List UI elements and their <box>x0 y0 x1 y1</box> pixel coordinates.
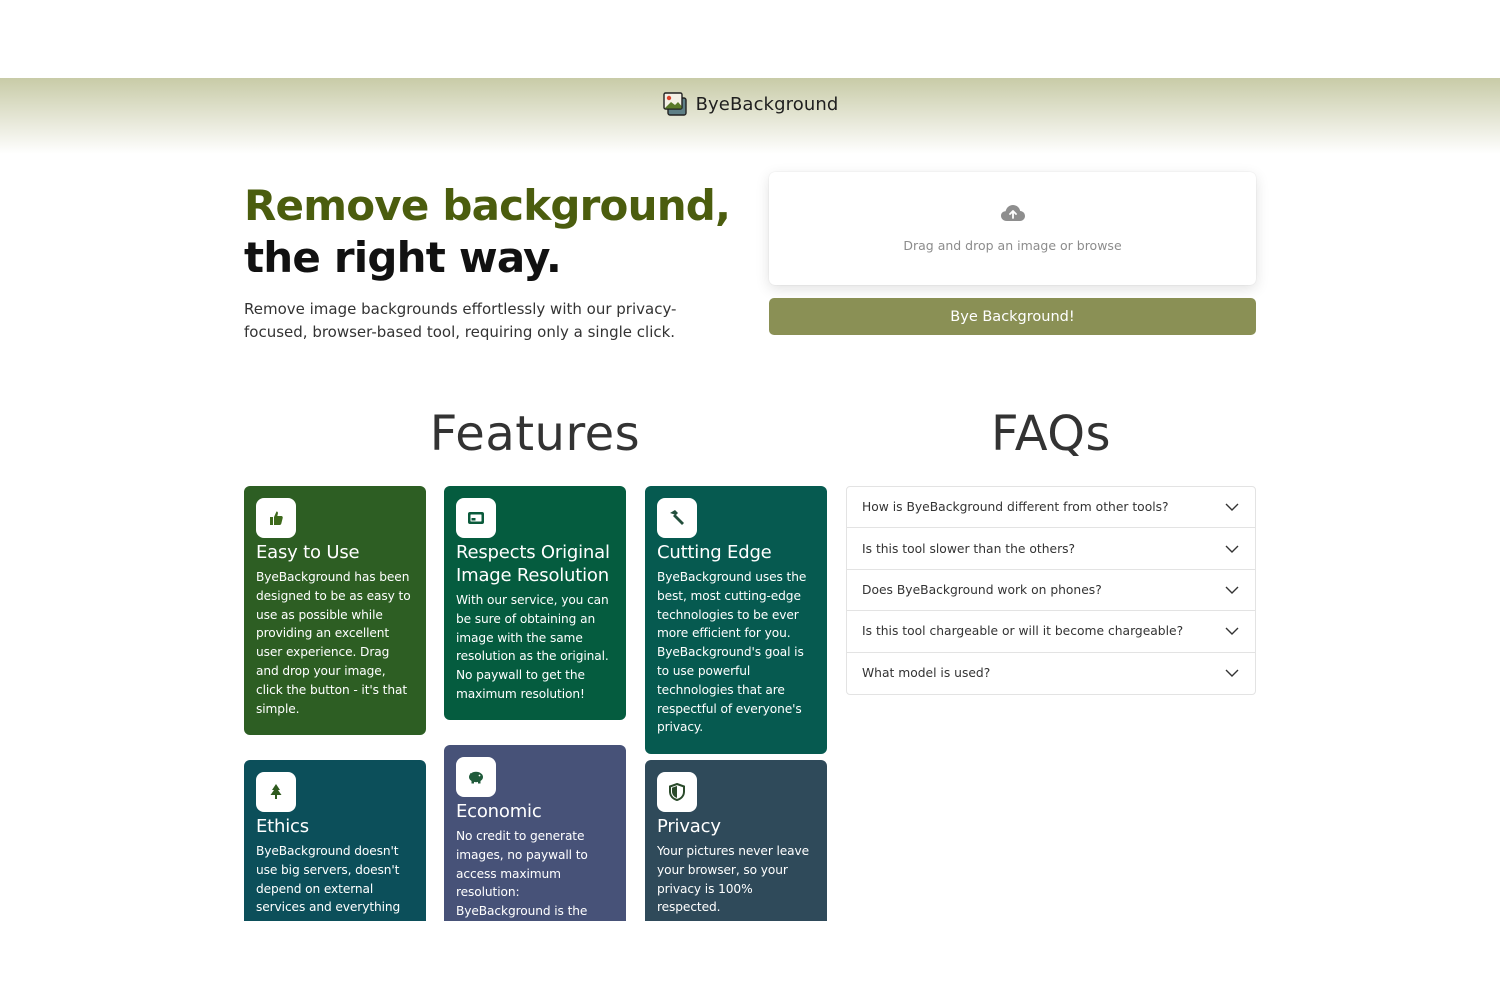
chevron-down-icon <box>1225 669 1239 678</box>
faq-accordion: How is ByeBackground different from othe… <box>846 486 1256 695</box>
feature-card-body: Your pictures never leave your browser, … <box>657 844 810 915</box>
feature-card-title: Easy to Use <box>256 542 360 563</box>
feature-card-privacy: Privacy Your pictures never leave your b… <box>645 760 827 921</box>
tree-icon <box>256 772 296 812</box>
feature-card-cutting-edge: Cutting Edge ByeBackground uses the best… <box>645 486 827 754</box>
chevron-down-icon <box>1225 586 1239 594</box>
faq-question: How is ByeBackground different from othe… <box>862 500 1169 515</box>
faq-question: Does ByeBackground work on phones? <box>862 582 1102 597</box>
feature-card-body: No credit to generate images, no paywall… <box>456 829 588 919</box>
faq-question: What model is used? <box>862 666 991 681</box>
faq-item[interactable]: How is ByeBackground different from othe… <box>847 487 1255 529</box>
feature-card-body: ByeBackground has been designed to be as… <box>256 570 411 716</box>
feature-card-easy-to-use: Easy to Use ByeBackground has been desig… <box>244 486 426 735</box>
faq-item[interactable]: Does ByeBackground work on phones? <box>847 570 1255 612</box>
faq-question: Is this tool slower than the others? <box>862 541 1076 556</box>
faq-item[interactable]: What model is used? <box>847 653 1255 694</box>
thumbs-up-icon <box>256 498 296 538</box>
chevron-down-icon <box>1225 503 1239 512</box>
faq-question: Is this tool chargeable or will it becom… <box>862 624 1184 639</box>
chevron-down-icon <box>1225 545 1239 553</box>
chevron-down-icon <box>1225 627 1239 636</box>
feature-card-body: With our service, you can be sure of obt… <box>456 593 609 701</box>
image-frame-icon <box>456 498 496 538</box>
shield-icon <box>657 772 697 812</box>
feature-card-title: Privacy <box>657 816 721 837</box>
feature-card-title: Economic <box>456 801 542 822</box>
feature-card-body: ByeBackground uses the best, most cuttin… <box>657 570 807 735</box>
piggy-bank-icon <box>456 757 496 797</box>
feature-card-economic: Economic No credit to generate images, n… <box>444 745 626 921</box>
feature-card-ethics: Ethics ByeBackground doesn't use big ser… <box>244 760 426 921</box>
feature-card-title: Respects Original Image Resolution <box>456 542 610 586</box>
hammer-icon <box>657 498 697 538</box>
faq-item[interactable]: Is this tool slower than the others? <box>847 528 1255 570</box>
faq-item[interactable]: Is this tool chargeable or will it becom… <box>847 611 1255 653</box>
content-viewport: Easy to Use ByeBackground has been desig… <box>0 0 1500 921</box>
feature-card-body: ByeBackground doesn't use big servers, d… <box>256 844 401 915</box>
feature-card-resolution: Respects Original Image Resolution With … <box>444 486 626 720</box>
feature-card-title: Ethics <box>256 816 309 837</box>
feature-card-title: Cutting Edge <box>657 542 772 563</box>
